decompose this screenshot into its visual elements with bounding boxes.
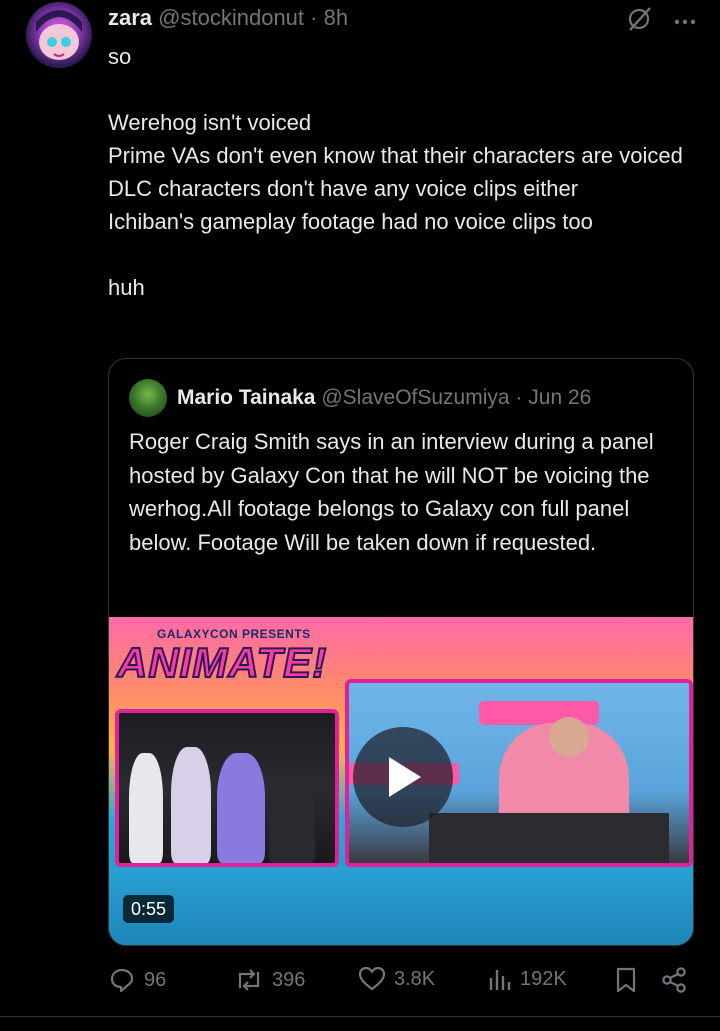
action-bar: 96 396 3.8K 192K: [108, 962, 692, 1002]
banner-title: ANIMATE!: [116, 638, 328, 687]
play-icon: [389, 757, 421, 797]
video-inset-audience: [115, 709, 339, 867]
author-avatar[interactable]: [26, 2, 92, 68]
like-count: 3.8K: [394, 967, 436, 990]
share-icon: [662, 967, 686, 993]
like-button[interactable]: 3.8K: [358, 966, 435, 992]
views-icon: [489, 970, 511, 990]
tweet-line: Prime VAs don't even know that their cha…: [108, 143, 683, 168]
bookmark-icon: [616, 967, 636, 993]
author-handle[interactable]: @stockindonut: [158, 5, 304, 30]
tweet-line: Ichiban's gameplay footage had no voice …: [108, 209, 593, 234]
repost-button[interactable]: 396: [234, 966, 305, 994]
quoted-author-handle[interactable]: @SlaveOfSuzumiya: [321, 386, 509, 409]
top-icons: [626, 6, 696, 37]
tweet-line: huh: [108, 275, 145, 300]
tweet-line: so: [108, 44, 132, 69]
reply-button[interactable]: 96: [108, 966, 166, 994]
tweet[interactable]: zara @stockindonut · 8h so Werehog isn't…: [0, 0, 720, 1031]
views-count: 192K: [520, 967, 567, 990]
play-button[interactable]: [353, 727, 453, 827]
video-banner: GALAXYCON PRESENTS ANIMATE!: [116, 623, 357, 703]
bookmark-button[interactable]: [614, 966, 638, 994]
tweet-header: zara @stockindonut · 8h: [108, 4, 348, 32]
quoted-tweet-text: Roger Craig Smith says in an interview d…: [129, 429, 654, 555]
quoted-tweet-header: Mario Tainaka @SlaveOfSuzumiya · Jun 26: [177, 383, 591, 413]
views-button[interactable]: 192K: [488, 966, 567, 992]
share-button[interactable]: [660, 966, 688, 994]
reply-count: 96: [144, 968, 167, 991]
quoted-tweet-date[interactable]: Jun 26: [528, 386, 591, 409]
quoted-author-name[interactable]: Mario Tainaka: [177, 386, 316, 409]
tweet-body: so Werehog isn't voiced Prime VAs don't …: [108, 40, 698, 304]
grok-icon[interactable]: [626, 6, 652, 37]
quoted-tweet[interactable]: Mario Tainaka @SlaveOfSuzumiya · Jun 26 …: [108, 358, 694, 946]
author-name[interactable]: zara: [108, 5, 152, 30]
header-separator: ·: [310, 5, 318, 30]
tweet-time[interactable]: 8h: [324, 5, 348, 30]
quoted-header-separator: ·: [515, 386, 523, 409]
reply-icon: [110, 968, 134, 993]
video-thumbnail[interactable]: GALAXYCON PRESENTS ANIMATE! 0:55: [109, 617, 693, 945]
video-background-water: [109, 867, 693, 945]
quoted-author-avatar[interactable]: [129, 379, 167, 417]
tweet-line: [108, 73, 698, 106]
more-icon[interactable]: [674, 13, 696, 31]
tweet-line: [108, 238, 698, 271]
tweet-line: Werehog isn't voiced: [108, 110, 312, 135]
tweet-line: DLC characters don't have any voice clip…: [108, 176, 579, 201]
repost-count: 396: [272, 968, 306, 991]
like-icon: [358, 966, 386, 991]
repost-icon: [238, 969, 260, 991]
tweet-divider: [0, 1016, 720, 1017]
video-duration: 0:55: [123, 895, 175, 923]
